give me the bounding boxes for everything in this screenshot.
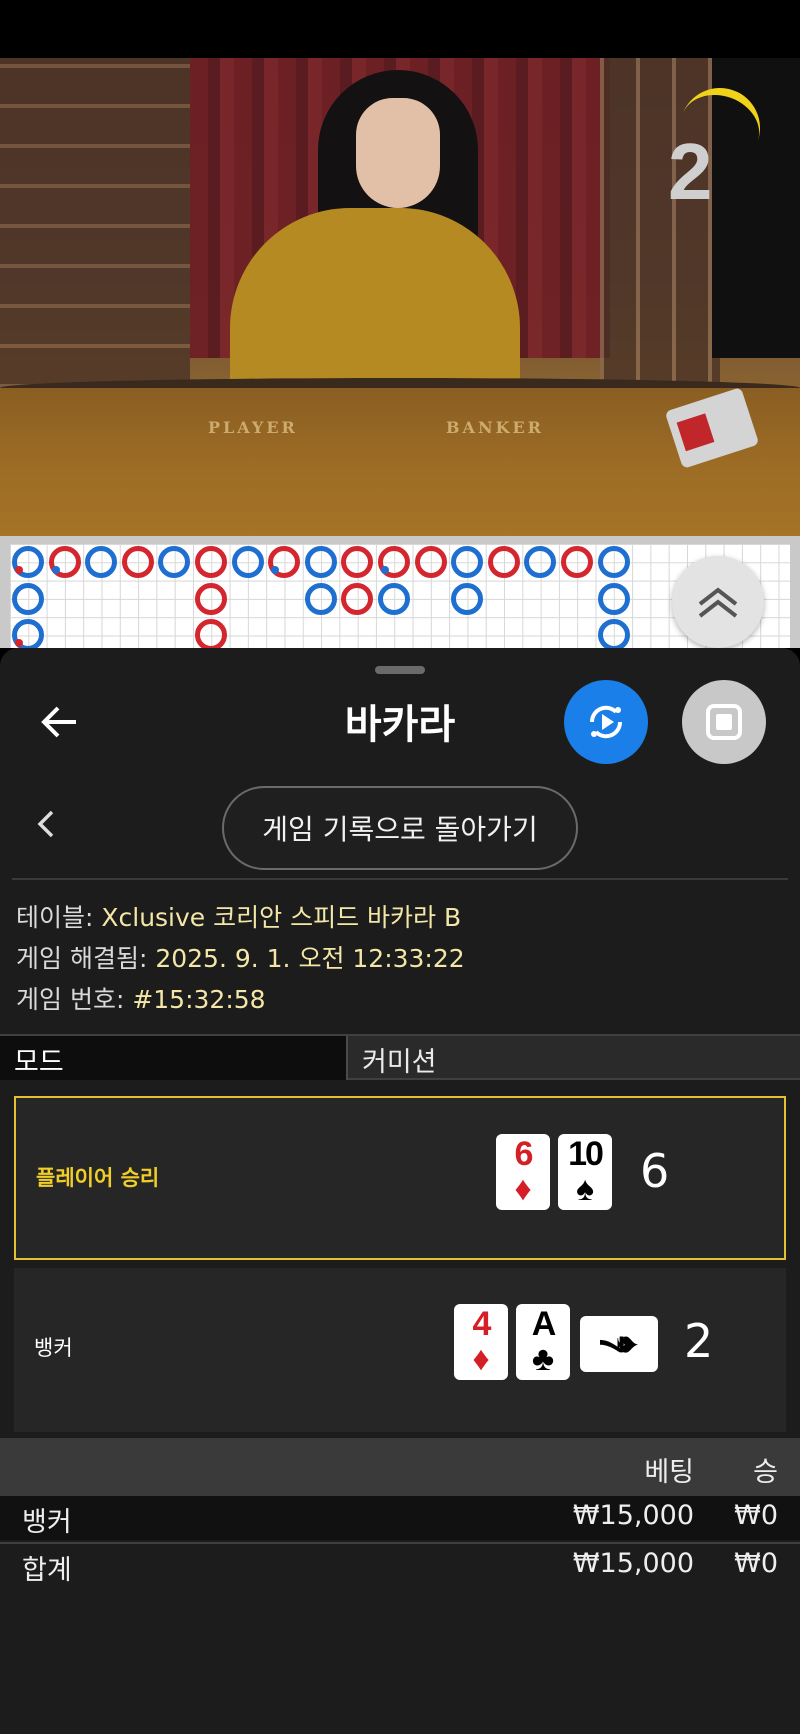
card-rank: 10 (568, 1135, 604, 1173)
info-resolved-label: 게임 해결됨: (16, 944, 156, 973)
mode-bar: 모드 커미션 (0, 1034, 800, 1080)
banker-bead (378, 546, 410, 578)
back-to-history-button[interactable]: 게임 기록으로 돌아가기 (222, 786, 578, 870)
divider (12, 878, 788, 880)
info-game-number: 게임 번호: #15:32:58 (16, 980, 266, 1016)
player-bead (304, 582, 337, 615)
player-bead (12, 582, 44, 615)
total-amount: ₩15,000 (572, 1548, 694, 1579)
club-suit-icon: ♣ (531, 1340, 555, 1378)
banker-bead (268, 546, 301, 578)
info-table-value: Xclusive 코리안 스피드 바카라 B (101, 903, 462, 932)
banker-card-1: 4 ♦ (454, 1304, 508, 1380)
table-label-banker: BANKER (446, 418, 544, 437)
info-table: 테이블: Xclusive 코리안 스피드 바카라 B (16, 898, 461, 934)
player-bead (12, 546, 44, 578)
banker-bead (341, 582, 374, 615)
player-score: 6 (640, 1144, 670, 1198)
banker-bead (414, 546, 447, 578)
player-bead (158, 546, 191, 578)
table-row-total: 합계 ₩15,000 ₩0 (0, 1542, 800, 1586)
info-resolved-value: 2025. 9. 1. 오전 12:33:22 (155, 944, 465, 973)
info-number-value: #15:32:58 (132, 985, 266, 1014)
bets-col-bet: 베팅 (644, 1457, 694, 1488)
total-win: ₩0 (734, 1548, 778, 1579)
banker-score: 2 (684, 1314, 714, 1368)
player-bead (304, 546, 337, 578)
bet-win: ₩0 (734, 1500, 778, 1531)
player-bead (378, 582, 410, 615)
stop-icon (706, 704, 742, 740)
table-row: 뱅커 ₩15,000 ₩0 (0, 1496, 800, 1540)
player-bead (451, 582, 484, 615)
diamond-suit-icon: ♦ (472, 1340, 490, 1378)
banker-result: 뱅커 4 ♦ A ♣ 7 ♠ 2 (14, 1268, 786, 1432)
decorative-screen-left (0, 58, 190, 388)
player-bead (597, 619, 630, 652)
banker-bead (48, 546, 81, 578)
banker-bead (195, 582, 227, 615)
player-result-label: 플레이어 승리 (36, 1166, 160, 1190)
player-bead (597, 546, 630, 578)
banker-card-2: A ♣ (516, 1304, 570, 1380)
total-name: 합계 (22, 1555, 72, 1586)
player-bead (85, 546, 118, 578)
spade-suit-icon: ♠ (609, 1334, 648, 1354)
pair-dot (271, 566, 280, 574)
mode-label: 모드 (0, 1036, 348, 1080)
sheet-drag-handle[interactable] (375, 666, 425, 674)
info-table-label: 테이블: (16, 903, 102, 932)
pair-dot (15, 639, 23, 648)
replay-video-button[interactable] (564, 680, 648, 764)
pair-dot (51, 566, 60, 574)
pair-dot (381, 566, 389, 574)
player-bead (231, 546, 264, 578)
spade-suit-icon: ♠ (575, 1170, 595, 1208)
card-rank: 4 (472, 1305, 492, 1343)
bet-amount: ₩15,000 (572, 1500, 694, 1531)
card-rank: 6 (514, 1135, 534, 1173)
player-card-2: 10 ♠ (558, 1134, 612, 1210)
banker-bead (195, 619, 227, 652)
card-rank: A (531, 1305, 557, 1343)
player-result: 플레이어 승리 6 ♦ 10 ♠ 6 (14, 1096, 786, 1260)
mode-value: 커미션 (362, 1047, 437, 1078)
player-bead (451, 546, 484, 578)
player-bead (12, 619, 44, 652)
bet-name: 뱅커 (22, 1507, 72, 1538)
banker-bead (487, 546, 520, 578)
info-number-label: 게임 번호: (16, 985, 133, 1014)
bets-col-win: 승 (753, 1457, 778, 1488)
diamond-suit-icon: ♦ (514, 1170, 532, 1208)
player-card-1: 6 ♦ (496, 1134, 550, 1210)
player-bead (597, 582, 630, 615)
expand-roads-button[interactable] (672, 556, 764, 648)
banker-bead (561, 546, 593, 578)
chevron-left-icon[interactable] (32, 804, 58, 844)
double-chevron-up-icon (698, 587, 738, 618)
banker-result-label: 뱅커 (34, 1336, 73, 1360)
banker-bead (121, 546, 154, 578)
banker-bead (195, 546, 227, 578)
bets-table-header: 베팅 승 (0, 1438, 800, 1496)
stop-button[interactable] (682, 680, 766, 764)
live-video-feed[interactable]: PLAYER BANKER 2 (0, 58, 800, 536)
player-bead (524, 546, 557, 578)
banker-card-3: 7 ♠ (580, 1316, 658, 1372)
dealer-face (356, 98, 440, 208)
pair-dot (15, 566, 23, 574)
info-resolved: 게임 해결됨: 2025. 9. 1. 오전 12:33:22 (16, 939, 465, 975)
table-label-player: PLAYER (208, 418, 298, 437)
page-title: 바카라 (344, 702, 456, 748)
countdown-timer: 2 (668, 127, 713, 216)
banker-bead (341, 546, 374, 578)
replay-icon (589, 705, 623, 739)
game-detail-sheet: 바카라 게임 기록으로 돌아가기 테이블: Xclusive 코리안 스피드 바… (0, 648, 800, 1734)
